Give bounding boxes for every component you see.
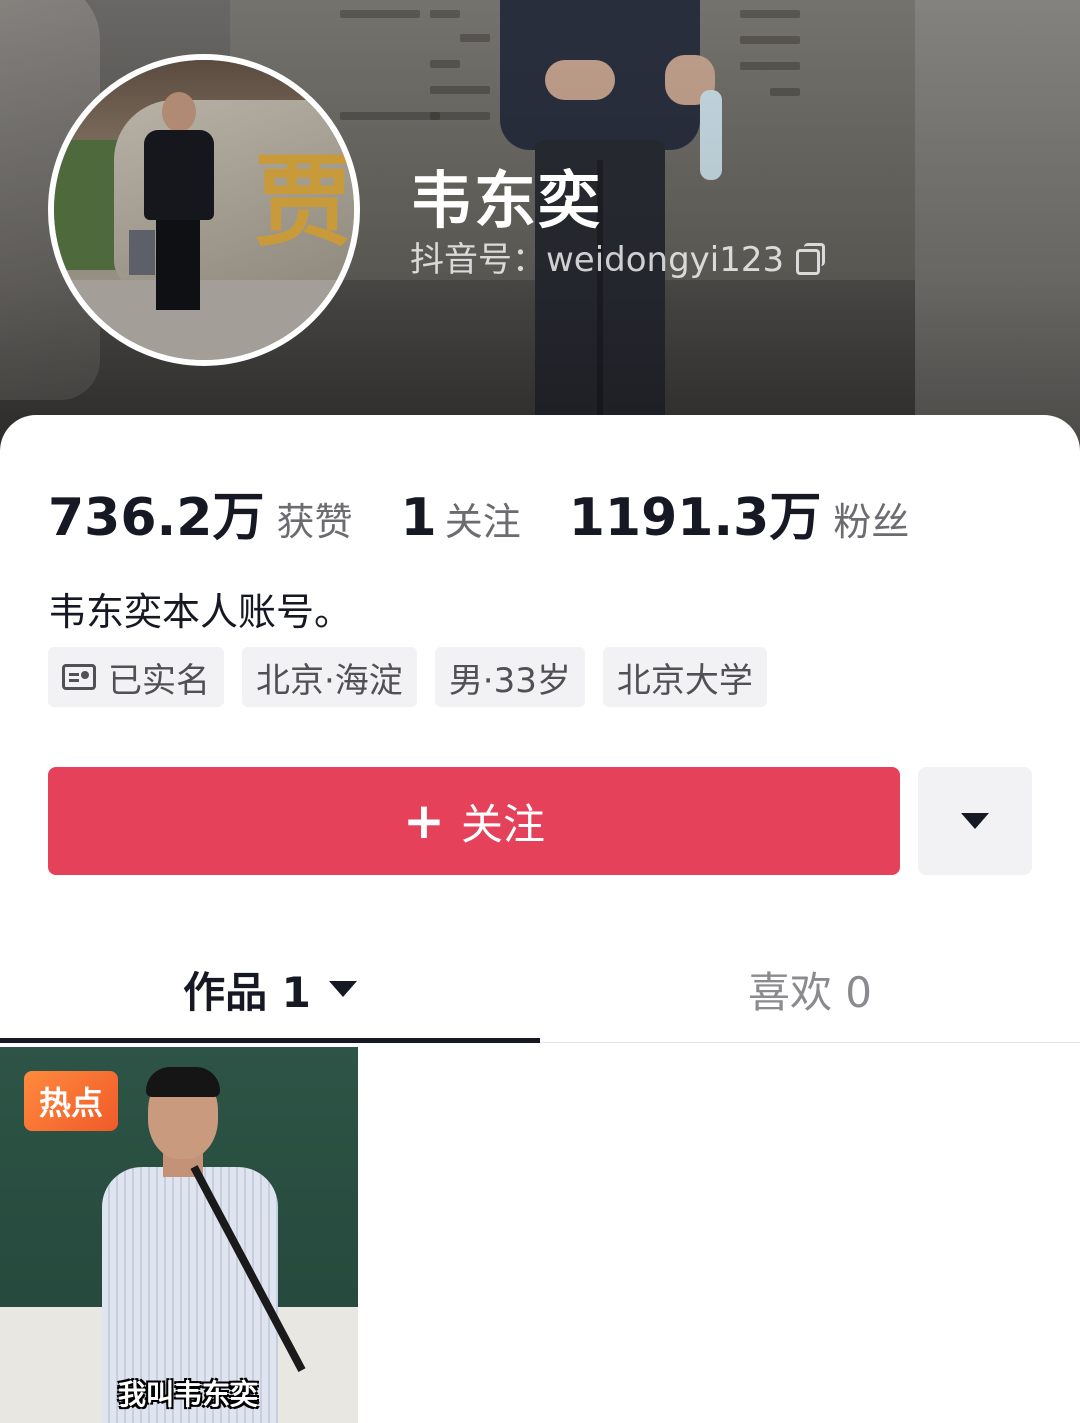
tag-gender-age[interactable]: 男·33岁 xyxy=(434,647,585,707)
hot-badge: 热点 xyxy=(24,1071,118,1131)
stats-row: 736.2万 获赞 1 关注 1191.3万 粉丝 xyxy=(48,475,957,550)
video-caption: 我叫韦东奕 xyxy=(118,1378,259,1411)
douyin-id-row[interactable]: 抖音号：weidongyi123 xyxy=(410,232,826,281)
profile-tags: 已实名 北京·海淀 男·33岁 北京大学 xyxy=(48,647,767,707)
likes-label: 获赞 xyxy=(276,500,353,544)
following-count: 1 xyxy=(400,488,437,548)
tab-indicator xyxy=(0,1038,540,1043)
chevron-down-icon xyxy=(961,813,989,829)
stat-followers[interactable]: 1191.3万 粉丝 xyxy=(569,475,910,550)
tag-verified-label: 已实名 xyxy=(108,660,210,701)
follow-button-label: 关注 xyxy=(460,799,545,849)
tag-verified[interactable]: 已实名 xyxy=(48,647,224,707)
copy-icon[interactable] xyxy=(796,242,826,275)
follow-button[interactable]: + 关注 xyxy=(48,767,900,875)
stat-following[interactable]: 1 关注 xyxy=(401,488,521,548)
tab-likes-label: 喜欢 0 xyxy=(747,967,873,1017)
profile-card: 736.2万 获赞 1 关注 1191.3万 粉丝 韦东奕本人账号。 已实名 北… xyxy=(0,415,1080,1423)
douyin-id-text: 抖音号：weidongyi123 xyxy=(410,240,785,280)
content-tabs: 作品 1 喜欢 0 xyxy=(0,935,1080,1043)
tab-works[interactable]: 作品 1 xyxy=(0,935,540,1043)
tag-school[interactable]: 北京大学 xyxy=(602,647,767,707)
more-options-button[interactable] xyxy=(918,767,1032,875)
plus-icon: + xyxy=(403,792,445,850)
video-thumbnail[interactable]: 热点 我叫韦东奕 xyxy=(0,1047,358,1423)
followers-label: 粉丝 xyxy=(833,500,910,544)
tag-location[interactable]: 北京·海淀 xyxy=(242,647,417,707)
tab-likes[interactable]: 喜欢 0 xyxy=(540,935,1080,1043)
followers-count: 1191.3万 xyxy=(568,488,822,548)
stat-likes[interactable]: 736.2万 获赞 xyxy=(48,475,353,550)
likes-count: 736.2万 xyxy=(48,488,265,548)
profile-bio: 韦东奕本人账号。 xyxy=(48,590,353,634)
caret-down-icon xyxy=(328,981,357,997)
profile-nickname: 韦东奕 xyxy=(410,164,603,237)
avatar[interactable]: 贾 xyxy=(48,54,360,366)
following-label: 关注 xyxy=(444,500,521,544)
tab-works-label: 作品 1 xyxy=(183,967,311,1017)
id-card-icon xyxy=(62,664,96,690)
